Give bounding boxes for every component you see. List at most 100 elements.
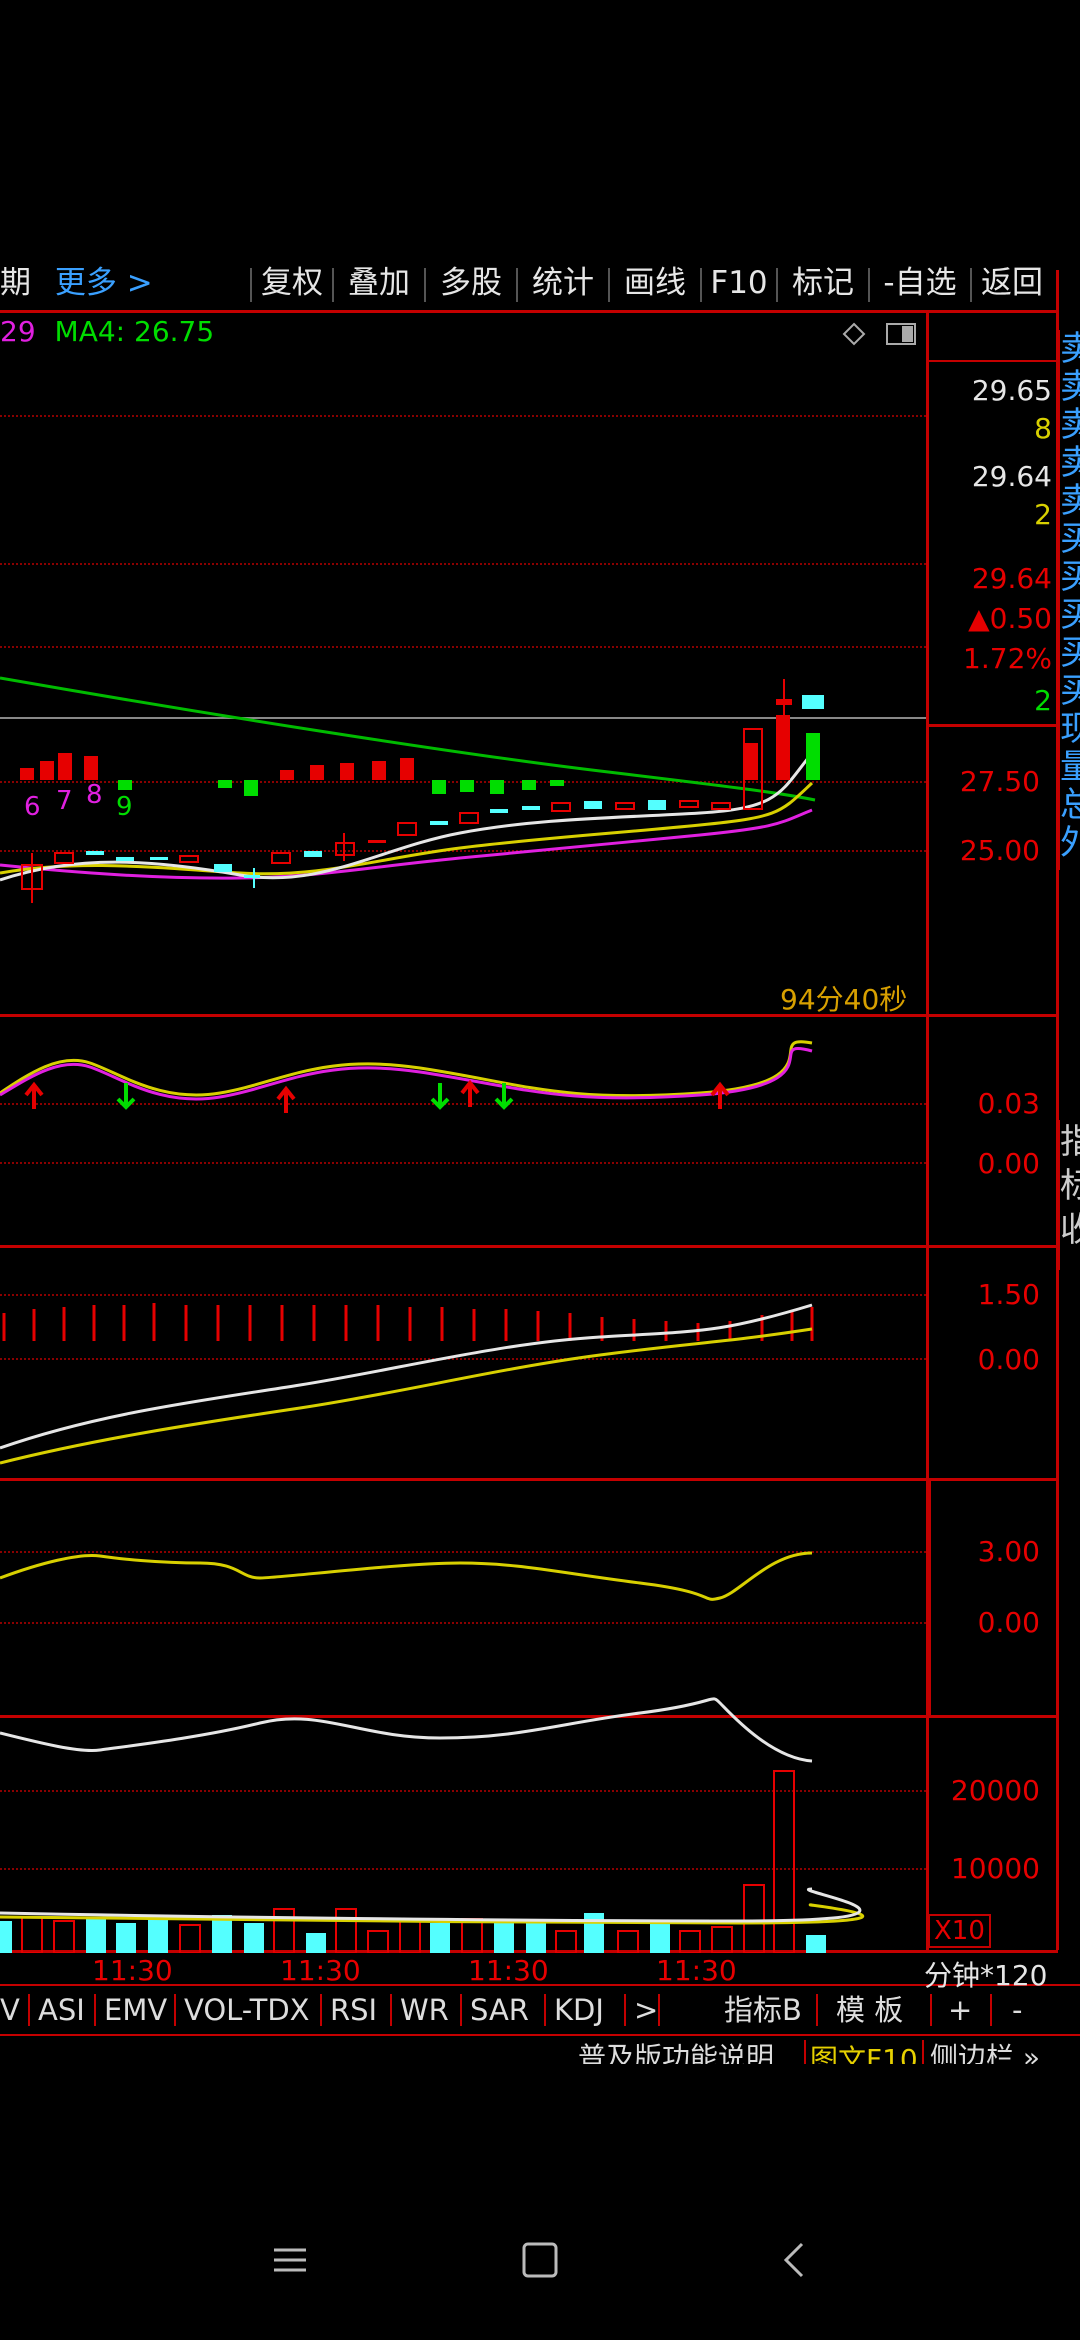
time-label: 11:30 bbox=[468, 1954, 549, 1987]
stats-button[interactable]: 统计 bbox=[520, 256, 606, 310]
candle bbox=[776, 699, 792, 705]
indicator-side-labels[interactable]: 指标收 bbox=[1060, 1120, 1080, 1252]
tab-kdj[interactable]: KDJ bbox=[554, 1988, 604, 2032]
vol-unit-label: X10 bbox=[928, 1914, 991, 1948]
candle bbox=[116, 857, 134, 861]
ind2-yellow-line bbox=[0, 1327, 813, 1465]
candle bbox=[430, 821, 448, 825]
draw-line-button[interactable]: 画线 bbox=[612, 256, 698, 310]
tab-vol-tdx[interactable]: VOL-TDX bbox=[184, 1988, 310, 2032]
macd-bar bbox=[84, 756, 98, 780]
macd-bar bbox=[550, 780, 564, 786]
tab-v[interactable]: V bbox=[0, 1988, 20, 2032]
frame-quote-top bbox=[928, 360, 1058, 362]
fuquan-button[interactable]: 复权 bbox=[254, 256, 330, 310]
order-book-labels[interactable]: 卖卖卖 卖卖买 买买买 买现量 总外 bbox=[1060, 330, 1080, 862]
macd-arrow bbox=[460, 1079, 480, 1107]
indicator-side: 指标收 bbox=[1058, 1120, 1080, 1270]
candle bbox=[271, 852, 291, 864]
candle bbox=[54, 852, 74, 864]
candle bbox=[802, 695, 824, 709]
vol-tick-2: 10000 bbox=[950, 1852, 1040, 1885]
zoom-out-button[interactable]: - bbox=[1012, 1988, 1022, 2032]
macd-bar bbox=[280, 770, 294, 780]
ind2-tick-2: 0.00 bbox=[977, 1343, 1040, 1376]
macd-arrow bbox=[710, 1081, 730, 1109]
multi-stock-button[interactable]: 多股 bbox=[428, 256, 514, 310]
candle bbox=[522, 806, 540, 810]
macd-bar bbox=[58, 753, 72, 780]
time-label: 11:30 bbox=[92, 1954, 173, 1987]
price-tick-25-00: 25.00 bbox=[959, 834, 1040, 867]
candle bbox=[304, 851, 322, 857]
ind3-white-line bbox=[0, 1697, 813, 1763]
ind2-white-line bbox=[0, 1303, 813, 1450]
macd-bar bbox=[372, 761, 386, 780]
ind3-box-left bbox=[928, 1481, 931, 1715]
macd-bar bbox=[118, 780, 132, 790]
macd-bar bbox=[776, 715, 790, 780]
back-button[interactable]: 返回 bbox=[974, 256, 1050, 310]
macd-bar bbox=[522, 780, 536, 790]
tab-more-arrow[interactable]: > bbox=[634, 1988, 658, 2032]
candle bbox=[459, 812, 479, 824]
tab-sar[interactable]: SAR bbox=[470, 1988, 529, 2032]
macd-tick-1: 0.03 bbox=[977, 1087, 1040, 1120]
indicator-tabs: V ASI EMV VOL-TDX RSI WR SAR KDJ > 指标B 模… bbox=[0, 1988, 1080, 2032]
volume-bars bbox=[0, 1770, 865, 1953]
candle bbox=[679, 800, 699, 808]
price-tick-27-50: 27.50 bbox=[959, 765, 1040, 798]
tab-emv[interactable]: EMV bbox=[104, 1988, 167, 2032]
macd-line-magenta bbox=[0, 1046, 813, 1101]
quote-price-2: 29.64 bbox=[971, 460, 1052, 493]
time-label: 11:30 bbox=[280, 1954, 361, 1987]
candle bbox=[86, 851, 104, 855]
overlay-button[interactable]: 叠加 bbox=[336, 256, 422, 310]
ma-magenta-line bbox=[0, 808, 813, 880]
remove-watchlist-button[interactable]: -自选 bbox=[872, 256, 968, 310]
macd-bar bbox=[20, 768, 34, 780]
indicator2 bbox=[0, 1303, 814, 1465]
candle bbox=[711, 802, 731, 810]
time-label: 11:30 bbox=[656, 1954, 737, 1987]
candles bbox=[21, 679, 824, 903]
ind3-tick-1: 3.00 bbox=[977, 1535, 1040, 1568]
f10-button[interactable]: F10 bbox=[704, 256, 774, 310]
macd-bar bbox=[744, 743, 758, 780]
menu-icon[interactable] bbox=[260, 2230, 320, 2290]
system-nav-bar bbox=[0, 2230, 1080, 2310]
candle bbox=[615, 802, 635, 810]
macd-bar bbox=[40, 761, 54, 780]
index-b-button[interactable]: 指标B bbox=[724, 1988, 802, 2032]
mark-button[interactable]: 标记 bbox=[780, 256, 866, 310]
macd-bar bbox=[460, 780, 474, 792]
kline-chart[interactable] bbox=[0, 313, 926, 1953]
quote-change: ▲0.50 bbox=[968, 602, 1052, 635]
macd-bar bbox=[244, 780, 258, 796]
back-icon[interactable] bbox=[766, 2230, 826, 2290]
tab-asi[interactable]: ASI bbox=[38, 1988, 85, 2032]
macd-arrow bbox=[430, 1083, 450, 1110]
ind3-tick-2: 0.00 bbox=[977, 1606, 1040, 1639]
candle bbox=[551, 802, 571, 812]
candle bbox=[397, 822, 417, 836]
macd-arrow bbox=[116, 1083, 136, 1110]
sidebar-link[interactable]: 侧边栏 » bbox=[930, 2040, 1040, 2064]
template-button[interactable]: 模 板 bbox=[836, 1988, 903, 2032]
macd-tick-2: 0.00 bbox=[977, 1147, 1040, 1180]
tab-wr[interactable]: WR bbox=[400, 1988, 449, 2032]
candle bbox=[150, 857, 168, 860]
home-icon[interactable] bbox=[510, 2230, 570, 2290]
ind2-tick-1: 1.50 bbox=[977, 1278, 1040, 1311]
vol-ma-white bbox=[0, 1887, 862, 1923]
zoom-in-button[interactable]: + bbox=[948, 1988, 972, 2032]
divider-7 bbox=[0, 2034, 1080, 2036]
candle bbox=[368, 840, 386, 843]
tab-rsi[interactable]: RSI bbox=[330, 1988, 377, 2032]
basic-version-help-link[interactable]: 普及版功能说明 bbox=[578, 2040, 774, 2064]
graphic-f10-link[interactable]: 图文F10 bbox=[804, 2040, 924, 2064]
macd-bar bbox=[340, 763, 354, 780]
footer-links: 普及版功能说明 图文F10 侧边栏 » bbox=[574, 2040, 1080, 2064]
top-toolbar: 复权 叠加 多股 统计 画线 F10 标记 -自选 返回 bbox=[0, 256, 1060, 310]
quote-pct: 1.72% bbox=[963, 642, 1052, 675]
